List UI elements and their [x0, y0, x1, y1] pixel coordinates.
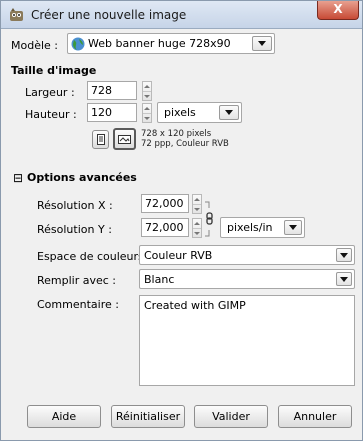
fill-dropdown-button[interactable]	[336, 272, 352, 286]
create-image-dialog: Créer une nouvelle image X Modèle : Web …	[0, 0, 363, 441]
title-bar[interactable]: Créer une nouvelle image X	[1, 1, 362, 29]
spin-up-icon[interactable]	[193, 219, 201, 228]
fill-value: Blanc	[144, 272, 175, 286]
res-x-spinner[interactable]	[192, 194, 202, 214]
colorspace-dropdown-button[interactable]	[336, 248, 352, 262]
width-field[interactable]: 728	[87, 81, 137, 100]
colorspace-combo[interactable]: Couleur RVB	[139, 245, 355, 265]
fill-combo[interactable]: Blanc	[139, 269, 355, 289]
close-button[interactable]: X	[317, 1, 359, 20]
size-unit-combo[interactable]: pixels	[157, 102, 242, 123]
res-x-field[interactable]: 72,000	[141, 194, 189, 213]
spin-down-icon[interactable]	[193, 204, 201, 213]
collapse-icon[interactable]: ⊟	[13, 172, 23, 184]
res-unit-dropdown-button[interactable]	[284, 220, 302, 235]
chevron-down-icon	[340, 276, 348, 282]
height-label: Hauteur :	[25, 108, 77, 121]
portrait-icon	[96, 134, 105, 145]
template-value: Web banner huge 728x90	[88, 37, 231, 50]
chevron-down-icon	[289, 225, 297, 230]
ok-button[interactable]: Valider	[194, 405, 268, 428]
window-title: Créer une nouvelle image	[31, 8, 187, 22]
res-x-label: Résolution X :	[37, 199, 113, 212]
image-size-heading: Taille d'image	[11, 64, 97, 77]
colorspace-value: Couleur RVB	[144, 248, 213, 262]
height-field[interactable]: 120	[87, 103, 137, 122]
spin-up-icon[interactable]	[143, 104, 151, 113]
width-spinner[interactable]	[142, 81, 152, 101]
comment-textarea[interactable]: Created with GIMP	[139, 295, 355, 386]
gimp-icon	[10, 8, 23, 21]
fill-label: Remplir avec :	[37, 274, 117, 287]
template-dropdown-button[interactable]	[252, 36, 272, 51]
colorspace-label: Espace de couleurs :	[37, 250, 151, 263]
size-info-line2: 72 ppp, Couleur RVB	[141, 139, 229, 149]
comment-label: Commentaire :	[37, 298, 119, 311]
size-unit-dropdown-button[interactable]	[219, 105, 239, 120]
chevron-down-icon	[225, 110, 233, 115]
cancel-button[interactable]: Annuler	[278, 405, 352, 428]
spin-down-icon[interactable]	[143, 113, 151, 122]
landscape-icon	[118, 134, 131, 144]
chevron-down-icon	[258, 41, 266, 46]
portrait-button[interactable]	[92, 130, 109, 149]
advanced-options-expander[interactable]: Options avancées	[27, 171, 137, 184]
close-icon: X	[333, 2, 343, 16]
reset-button[interactable]: Réinitialiser	[111, 405, 185, 428]
template-label: Modèle :	[11, 39, 58, 52]
res-y-label: Résolution Y :	[37, 223, 112, 236]
help-button[interactable]: Aide	[27, 405, 101, 428]
template-combo[interactable]: Web banner huge 728x90	[67, 33, 275, 54]
size-unit-value: pixels	[164, 106, 196, 119]
globe-icon	[71, 37, 85, 51]
res-y-field[interactable]: 72,000	[141, 218, 189, 237]
spin-down-icon[interactable]	[143, 91, 151, 100]
spin-down-icon[interactable]	[193, 228, 201, 237]
height-spinner[interactable]	[142, 103, 152, 123]
res-y-spinner[interactable]	[192, 218, 202, 238]
spin-up-icon[interactable]	[193, 195, 201, 204]
width-label: Largeur :	[25, 86, 75, 99]
res-unit-combo[interactable]: pixels/in	[220, 217, 305, 238]
chevron-down-icon	[340, 252, 348, 258]
chain-link-icon[interactable]	[204, 200, 216, 238]
size-info-line1: 728 x 120 pixels	[141, 129, 212, 139]
landscape-button[interactable]	[113, 128, 136, 150]
res-unit-value: pixels/in	[227, 221, 273, 234]
spin-up-icon[interactable]	[143, 82, 151, 91]
